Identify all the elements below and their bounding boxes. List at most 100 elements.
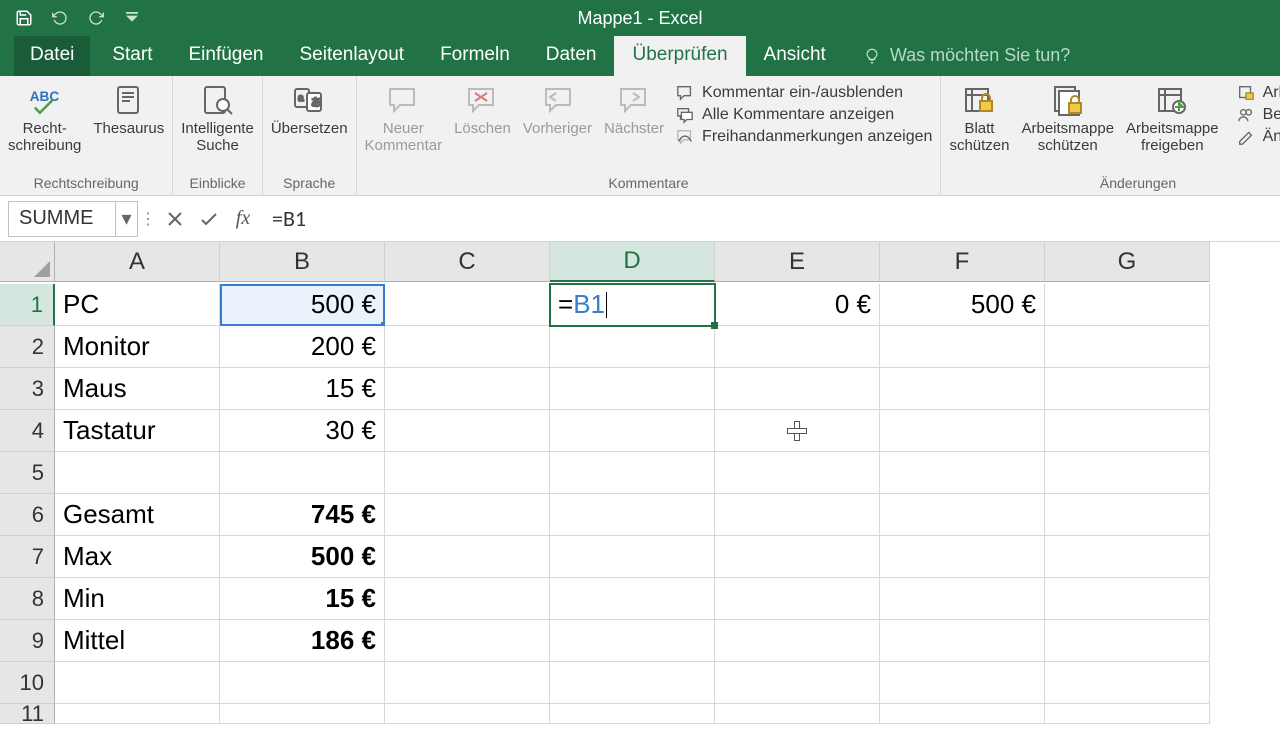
col-header-b[interactable]: B — [220, 242, 385, 282]
cell-e3[interactable] — [715, 368, 880, 410]
col-header-g[interactable]: G — [1045, 242, 1210, 282]
cell-a10[interactable] — [55, 662, 220, 704]
cell-d8[interactable] — [550, 578, 715, 620]
cell-g11[interactable] — [1045, 704, 1210, 724]
cell-g6[interactable] — [1045, 494, 1210, 536]
name-box[interactable]: SUMME ▾ — [8, 201, 138, 237]
cell-f1[interactable]: 500 € — [880, 284, 1045, 326]
row-header-7[interactable]: 7 — [0, 536, 55, 578]
cell-e11[interactable] — [715, 704, 880, 724]
cell-a5[interactable] — [55, 452, 220, 494]
cell-c10[interactable] — [385, 662, 550, 704]
cell-b7[interactable]: 500 € — [220, 536, 385, 578]
cell-c8[interactable] — [385, 578, 550, 620]
cell-b3[interactable]: 15 € — [220, 368, 385, 410]
cancel-formula-button[interactable] — [158, 201, 192, 237]
tell-me-search[interactable]: Was möchten Sie tun? — [864, 35, 1070, 76]
cell-d10[interactable] — [550, 662, 715, 704]
cell-b2[interactable]: 200 € — [220, 326, 385, 368]
tab-pagelayout[interactable]: Seitenlayout — [282, 34, 423, 76]
cell-d9[interactable] — [550, 620, 715, 662]
tab-formulas[interactable]: Formeln — [422, 34, 528, 76]
row-header-5[interactable]: 5 — [0, 452, 55, 494]
cell-d11[interactable] — [550, 704, 715, 724]
cell-g2[interactable] — [1045, 326, 1210, 368]
namebox-dropdown-icon[interactable]: ▾ — [115, 202, 137, 236]
cell-f4[interactable] — [880, 410, 1045, 452]
cell-a6[interactable]: Gesamt — [55, 494, 220, 536]
cell-g7[interactable] — [1045, 536, 1210, 578]
allow-users-button[interactable]: Benutzer — [1237, 106, 1280, 124]
tab-file[interactable]: Datei — [14, 34, 90, 76]
protect-workbook-button[interactable]: Arbeitsmappe schützen — [1021, 80, 1114, 154]
share-workbook-button[interactable]: Arbeitsmappe freigeben — [1126, 80, 1219, 154]
cell-c6[interactable] — [385, 494, 550, 536]
col-header-e[interactable]: E — [715, 242, 880, 282]
smart-lookup-button[interactable]: Intelligente Suche — [181, 80, 254, 154]
col-header-c[interactable]: C — [385, 242, 550, 282]
col-header-a[interactable]: A — [55, 242, 220, 282]
cell-d1[interactable]: =B1 — [550, 284, 715, 326]
cell-c5[interactable] — [385, 452, 550, 494]
cell-c7[interactable] — [385, 536, 550, 578]
cell-e1[interactable]: 0 € — [715, 284, 880, 326]
cell-e10[interactable] — [715, 662, 880, 704]
cell-a8[interactable]: Min — [55, 578, 220, 620]
show-all-comments-button[interactable]: Alle Kommentare anzeigen — [676, 106, 932, 124]
cell-e5[interactable] — [715, 452, 880, 494]
cell-b4[interactable]: 30 € — [220, 410, 385, 452]
row-header-2[interactable]: 2 — [0, 326, 55, 368]
cell-a2[interactable]: Monitor — [55, 326, 220, 368]
cell-f3[interactable] — [880, 368, 1045, 410]
cell-b6[interactable]: 745 € — [220, 494, 385, 536]
redo-icon[interactable] — [86, 8, 106, 28]
cell-f9[interactable] — [880, 620, 1045, 662]
insert-function-button[interactable]: fx — [226, 201, 260, 237]
cell-d5[interactable] — [550, 452, 715, 494]
cell-a9[interactable]: Mittel — [55, 620, 220, 662]
cell-g4[interactable] — [1045, 410, 1210, 452]
cell-e7[interactable] — [715, 536, 880, 578]
row-header-9[interactable]: 9 — [0, 620, 55, 662]
cell-b9[interactable]: 186 € — [220, 620, 385, 662]
tab-data[interactable]: Daten — [528, 34, 615, 76]
cell-f8[interactable] — [880, 578, 1045, 620]
protect-sheet-button[interactable]: Blatt schützen — [949, 80, 1009, 154]
toggle-comment-button[interactable]: Kommentar ein-/ausblenden — [676, 84, 932, 102]
spreadsheet-grid[interactable]: A B C D E F G 1 PC 500 € =B1 0 € 500 € 2… — [0, 242, 1280, 746]
cell-d2[interactable] — [550, 326, 715, 368]
cell-d6[interactable] — [550, 494, 715, 536]
tab-start[interactable]: Start — [94, 34, 170, 76]
cell-a3[interactable]: Maus — [55, 368, 220, 410]
cell-a11[interactable] — [55, 704, 220, 724]
cell-b8[interactable]: 15 € — [220, 578, 385, 620]
cell-f5[interactable] — [880, 452, 1045, 494]
enter-formula-button[interactable] — [192, 201, 226, 237]
thesaurus-button[interactable]: Thesaurus — [93, 80, 164, 137]
formula-input[interactable]: =B1 — [260, 205, 1280, 232]
cell-g10[interactable] — [1045, 662, 1210, 704]
cell-d7[interactable] — [550, 536, 715, 578]
cell-b1[interactable]: 500 € — [220, 284, 385, 326]
cell-a4[interactable]: Tastatur — [55, 410, 220, 452]
cell-b10[interactable] — [220, 662, 385, 704]
track-changes-button[interactable]: Änderun — [1237, 128, 1280, 146]
cell-a7[interactable]: Max — [55, 536, 220, 578]
cell-f6[interactable] — [880, 494, 1045, 536]
cell-f11[interactable] — [880, 704, 1045, 724]
cell-c1[interactable] — [385, 284, 550, 326]
col-header-d[interactable]: D — [550, 242, 715, 282]
cell-f10[interactable] — [880, 662, 1045, 704]
cell-c2[interactable] — [385, 326, 550, 368]
cell-a1[interactable]: PC — [55, 284, 220, 326]
cell-c11[interactable] — [385, 704, 550, 724]
cell-e6[interactable] — [715, 494, 880, 536]
row-header-11[interactable]: 11 — [0, 704, 55, 724]
cell-f7[interactable] — [880, 536, 1045, 578]
cell-c9[interactable] — [385, 620, 550, 662]
qat-customize-icon[interactable] — [122, 8, 142, 28]
tab-insert[interactable]: Einfügen — [170, 34, 281, 76]
show-ink-button[interactable]: Freihandanmerkungen anzeigen — [676, 128, 932, 146]
cell-f2[interactable] — [880, 326, 1045, 368]
protect-share-button[interactable]: Arbeitsm — [1237, 84, 1280, 102]
